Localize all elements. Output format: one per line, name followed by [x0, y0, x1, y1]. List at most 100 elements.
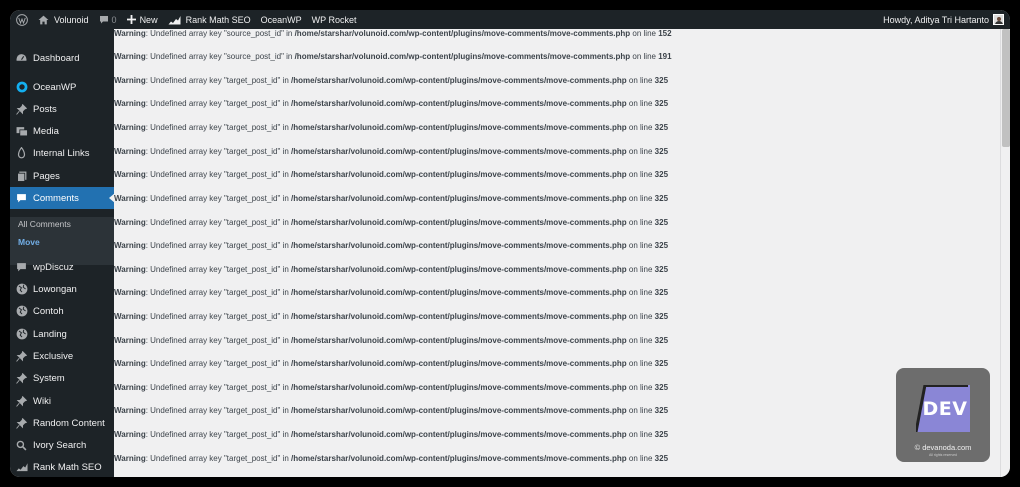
my-account-menu[interactable]: Howdy, Aditya Tri Hartanto	[883, 14, 1010, 25]
warning-in: in	[280, 147, 292, 156]
link-icon	[10, 147, 33, 159]
wordpress-logo-button[interactable]	[10, 10, 33, 29]
admin-sidebar: Dashboard OceanWP Posts Media Internal L…	[10, 29, 115, 477]
rank-math-icon	[10, 462, 33, 472]
warning-file-path: /home/starshar/volunoid.com/wp-content/p…	[291, 288, 627, 297]
warning-line: Warning: Undefined array key "target_pos…	[114, 170, 668, 179]
sidebar-item-label: Landing	[33, 328, 67, 340]
warning-message: : Undefined array key "target_post_id"	[145, 288, 281, 297]
sidebar-item-internal-links[interactable]: Internal Links	[10, 142, 114, 164]
sidebar-item-label: Random Content	[33, 417, 105, 429]
pin-icon	[10, 417, 33, 429]
warning-prefix: Warning	[114, 147, 146, 156]
site-name-link[interactable]: Volunoid	[33, 10, 94, 29]
sidebar-item-posts[interactable]: Posts	[10, 98, 114, 120]
sidebar-item-ivory-search[interactable]: Ivory Search	[10, 434, 114, 456]
warning-in: in	[280, 241, 292, 250]
warning-line: Warning: Undefined array key "target_pos…	[114, 430, 668, 439]
warning-line-number: 325	[654, 312, 669, 321]
sidebar-item-dashboard[interactable]: Dashboard	[10, 47, 114, 69]
warning-message: : Undefined array key "source_post_id"	[145, 52, 284, 61]
warning-line-number: 325	[654, 406, 669, 415]
warning-file-path: /home/starshar/volunoid.com/wp-content/p…	[291, 312, 627, 321]
sidebar-item-label: Dashboard	[33, 52, 80, 64]
warning-line-number: 325	[654, 99, 669, 108]
warning-prefix: Warning	[114, 29, 146, 38]
sidebar-item-wiki[interactable]: Wiki	[10, 390, 114, 412]
dev-logo-text: DEV	[922, 398, 968, 420]
submenu-item-all-comments[interactable]: All Comments	[18, 219, 71, 229]
oceanwp-link[interactable]: OceanWP	[256, 10, 307, 29]
warning-prefix: Warning	[114, 170, 146, 179]
sidebar-item-random-content[interactable]: Random Content	[10, 412, 114, 434]
comment-bubble-icon	[99, 15, 108, 23]
oceanwp-label: OceanWP	[260, 14, 302, 25]
sidebar-item-system[interactable]: System	[10, 367, 114, 389]
sidebar-item-rank-math-seo[interactable]: Rank Math SEO	[10, 456, 114, 477]
pages-icon	[10, 171, 33, 182]
warning-line: Warning: Undefined array key "target_pos…	[114, 123, 668, 132]
warning-line: Warning: Undefined array key "target_pos…	[114, 76, 668, 85]
watermark-site: © devanoda.com	[914, 443, 972, 452]
sidebar-item-contoh[interactable]: Contoh	[10, 300, 114, 322]
wp-rocket-link[interactable]: WP Rocket	[307, 10, 362, 29]
sidebar-item-wpdiscuz[interactable]: wpDiscuz	[10, 256, 114, 278]
sidebar-item-media[interactable]: Media	[10, 120, 114, 142]
submenu-item-move[interactable]: Move	[18, 237, 40, 247]
devanoda-watermark: DEV © devanoda.com All rights reserved	[896, 368, 990, 462]
warning-prefix: Warning	[114, 52, 146, 61]
warning-file-path: /home/starshar/volunoid.com/wp-content/p…	[291, 123, 627, 132]
warning-line-number: 325	[654, 359, 669, 368]
rank-math-link[interactable]: Rank Math SEO	[163, 10, 256, 29]
warning-in: in	[280, 312, 292, 321]
warning-message: : Undefined array key "target_post_id"	[145, 99, 281, 108]
warning-on-line: on line	[626, 265, 655, 274]
comments-link[interactable]: 0	[94, 10, 122, 29]
pin-icon	[10, 395, 33, 407]
warning-file-path: /home/starshar/volunoid.com/wp-content/p…	[291, 99, 627, 108]
media-icon	[10, 126, 33, 137]
warning-on-line: on line	[626, 76, 655, 85]
warning-on-line: on line	[626, 336, 655, 345]
sidebar-item-comments[interactable]: Comments	[10, 187, 115, 209]
wordpress-logo-icon	[16, 13, 28, 26]
warning-on-line: on line	[627, 476, 655, 477]
sidebar-item-landing[interactable]: Landing	[10, 323, 114, 345]
warning-on-line: on line	[626, 288, 655, 297]
warning-on-line: on line	[626, 312, 655, 321]
warning-prefix: Warning	[114, 288, 146, 297]
sidebar-item-label: Lowongan	[33, 283, 77, 295]
warning-prefix: Warning	[114, 383, 146, 392]
warning-file-path: /home/starshar/volunoid.com/wp-content/p…	[291, 147, 627, 156]
warning-line-number: 325	[654, 383, 669, 392]
vertical-scrollbar[interactable]	[1000, 29, 1010, 477]
warning-line-number: 325	[654, 76, 669, 85]
sidebar-item-oceanwp[interactable]: OceanWP	[10, 76, 114, 98]
watermark-subtext: All rights reserved	[928, 453, 957, 457]
warning-message: : Undefined array key "target_post_id"	[145, 265, 281, 274]
scrollbar-thumb[interactable]	[1002, 29, 1010, 147]
warning-line-number: 325	[654, 170, 669, 179]
warning-prefix: Warning	[114, 99, 146, 108]
sidebar-item-pages[interactable]: Pages	[10, 165, 114, 187]
warning-file-path: /home/starshar/volunoid.com/wp-content/p…	[291, 454, 627, 463]
warning-file-path: /home/starshar/volunoid.com/wp-content/p…	[294, 29, 631, 38]
warning-line-number: 325	[654, 454, 669, 463]
warning-message: : Undefined array key "target_post_id"	[145, 406, 281, 415]
warning-prefix: Warning	[114, 76, 146, 85]
warning-line: Warning: Undefined array key "target_pos…	[114, 241, 668, 250]
globe-icon	[10, 305, 33, 317]
warning-line: Warning: Undefined array key "target_pos…	[114, 265, 668, 274]
sidebar-item-lowongan[interactable]: Lowongan	[10, 278, 114, 300]
new-content-link[interactable]: New	[122, 10, 163, 29]
warning-line-number: 325	[654, 288, 669, 297]
warning-file-path: /home/starshar/volunoid.com/wp-content/p…	[291, 383, 627, 392]
warning-message: : Undefined array key "target_post_id"	[146, 476, 281, 477]
warning-file-path: /home/starshar/volunoid.com/wp-content/p…	[291, 406, 627, 415]
warning-on-line: on line	[626, 383, 655, 392]
sidebar-item-exclusive[interactable]: Exclusive	[10, 345, 114, 367]
warning-line-number: 325	[655, 476, 668, 477]
warning-message: : Undefined array key "target_post_id"	[145, 194, 281, 203]
warning-in: in	[280, 476, 291, 477]
avatar	[993, 14, 1004, 25]
